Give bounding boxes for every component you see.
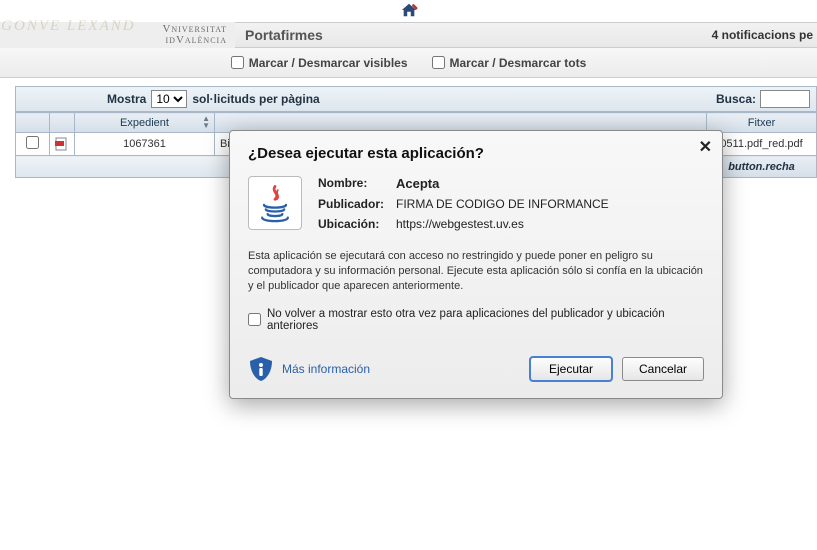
info-shield-icon bbox=[248, 356, 274, 382]
col-fitxer[interactable]: Fitxer bbox=[707, 113, 817, 133]
name-value: Acepta bbox=[396, 176, 439, 191]
pdf-icon[interactable] bbox=[55, 137, 69, 151]
page-size-select[interactable]: 10 bbox=[151, 90, 187, 108]
notifications-count[interactable]: 4 notificacions pe bbox=[712, 28, 813, 42]
dialog-properties: Nombre: Acepta Publicador: FIRMA DE CODI… bbox=[318, 176, 704, 237]
cancel-button[interactable]: Cancelar bbox=[622, 357, 704, 381]
mostra-label-pre: Mostra bbox=[107, 92, 146, 106]
more-info-link[interactable]: Más información bbox=[282, 362, 370, 376]
dont-show-again-input[interactable] bbox=[248, 313, 261, 326]
search-input[interactable] bbox=[760, 90, 810, 108]
search-label: Busca: bbox=[716, 92, 756, 106]
dont-show-again-checkbox[interactable]: No volver a mostrar esto otra vez para a… bbox=[248, 308, 704, 332]
col-check bbox=[16, 113, 50, 133]
col-expedient[interactable]: Expedient ▲▼ bbox=[75, 113, 215, 133]
cell-fitxer[interactable]: 0511.pdf_red.pdf bbox=[707, 133, 817, 156]
col-type bbox=[50, 113, 75, 133]
java-icon bbox=[248, 176, 302, 230]
publisher-value: FIRMA DE CODIGO DE INFORMANCE bbox=[396, 197, 609, 211]
close-icon[interactable]: ✕ bbox=[699, 137, 712, 157]
java-security-dialog: ✕ ¿Desea ejecutar esta aplicación? Nombr… bbox=[229, 130, 723, 399]
mark-visible-checkbox[interactable]: Marcar / Desmarcar visibles bbox=[231, 56, 408, 70]
university-seal-bg: AGONVE LEXAND bbox=[0, 18, 150, 52]
sort-arrows-icon[interactable]: ▲▼ bbox=[202, 115, 210, 129]
university-badge: AGONVE LEXAND Vniversitat idValència bbox=[0, 22, 235, 48]
mark-all-checkbox[interactable]: Marcar / Desmarcar tots bbox=[432, 56, 587, 70]
header-bar: AGONVE LEXAND Vniversitat idValència Por… bbox=[0, 22, 817, 48]
mark-visible-label: Marcar / Desmarcar visibles bbox=[249, 56, 408, 70]
location-label: Ubicación: bbox=[318, 217, 388, 231]
run-button[interactable]: Ejecutar bbox=[530, 357, 612, 381]
home-icon[interactable] bbox=[400, 2, 418, 18]
mark-toolbar: Marcar / Desmarcar visibles Marcar / Des… bbox=[0, 48, 817, 78]
dialog-title: ¿Desea ejecutar esta aplicación? bbox=[248, 145, 704, 162]
reject-button[interactable]: button.recha bbox=[707, 156, 817, 178]
mark-all-label: Marcar / Desmarcar tots bbox=[450, 56, 587, 70]
mark-visible-input[interactable] bbox=[231, 56, 244, 69]
row-checkbox[interactable] bbox=[26, 136, 39, 149]
mark-all-input[interactable] bbox=[432, 56, 445, 69]
table-controls: Mostra 10 sol·licituds per pàgina Busca: bbox=[15, 86, 817, 112]
dont-show-again-label: No volver a mostrar esto otra vez para a… bbox=[267, 308, 704, 332]
publisher-label: Publicador: bbox=[318, 197, 388, 211]
location-value: https://webgestest.uv.es bbox=[396, 217, 524, 231]
page-title: Portafirmes bbox=[235, 27, 323, 43]
cell-expedient: 1067361 bbox=[75, 133, 215, 156]
dialog-warning-text: Esta aplicación se ejecutará con acceso … bbox=[248, 249, 704, 294]
name-label: Nombre: bbox=[318, 176, 388, 191]
university-name: Vniversitat idValència bbox=[162, 24, 227, 46]
mostra-label-post: sol·licituds per pàgina bbox=[192, 92, 319, 106]
